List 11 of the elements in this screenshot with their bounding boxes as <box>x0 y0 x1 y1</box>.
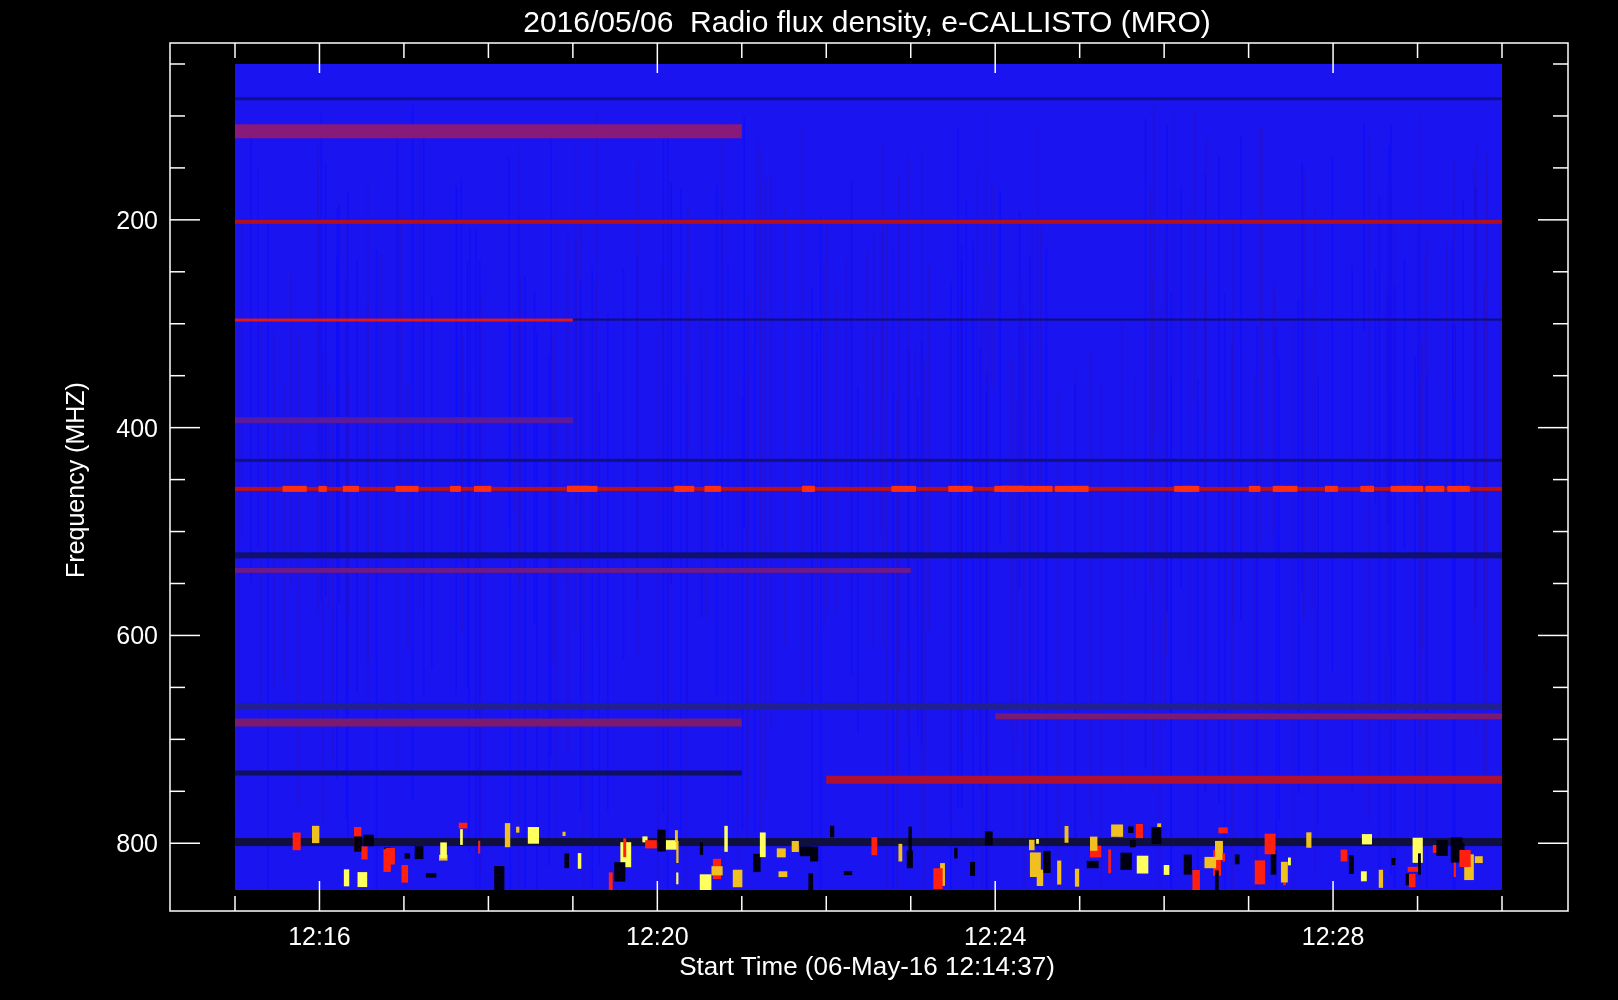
axis-title: Start Time (06-May-16 12:14:37) <box>679 951 1055 981</box>
plot-title: 2016/05/06 Radio flux density, e-CALLISTO (MRO) <box>523 5 1211 38</box>
tick-label: 12:24 <box>963 922 1027 950</box>
tick-label: 600 <box>116 621 158 650</box>
axis-title: Frequency (MHZ) <box>61 382 89 578</box>
tick-label: 400 <box>116 413 158 442</box>
tick-label: 800 <box>116 829 158 858</box>
tick-label: 12:20 <box>626 922 689 950</box>
tick-label: 200 <box>116 205 158 234</box>
tick-label: 12:28 <box>1301 922 1365 950</box>
tick-label: 12:16 <box>288 922 351 950</box>
